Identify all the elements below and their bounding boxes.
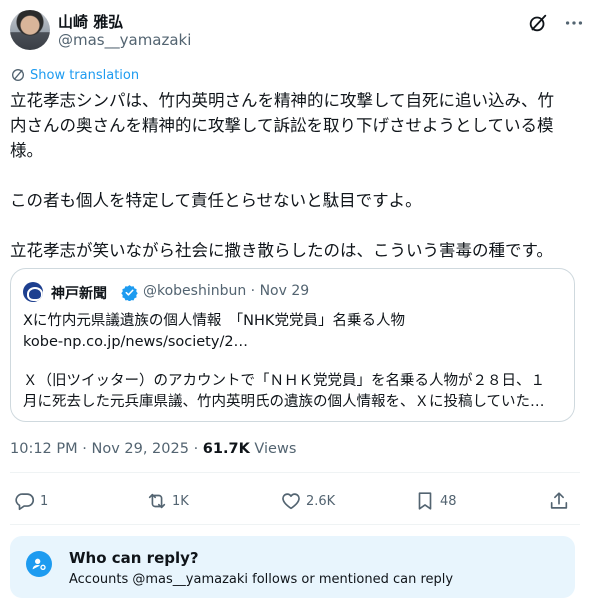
show-translation-link[interactable]: Show translation bbox=[10, 66, 139, 84]
verified-badge-icon bbox=[121, 285, 138, 301]
post-line: この者も個人を特定して責任とらせないと駄目ですよ。 bbox=[10, 191, 422, 210]
reply-count: 1 bbox=[40, 493, 49, 509]
bookmark-icon bbox=[418, 492, 432, 510]
grok-icon[interactable] bbox=[527, 12, 549, 34]
repost-icon bbox=[148, 493, 166, 509]
post-line: 立花孝志が笑いながら社会に撒き散らしたのは、こういう害毒の種です。 bbox=[10, 241, 553, 260]
action-bar: 1 1K 2.6K 48 bbox=[10, 486, 580, 516]
author-handle[interactable]: @mas__yamazaki bbox=[58, 31, 191, 49]
reply-button[interactable]: 1 bbox=[14, 486, 48, 516]
post-header: 山崎 雅弘 @mas__yamazaki bbox=[10, 10, 583, 52]
like-count: 2.6K bbox=[306, 493, 336, 509]
post-meta: 10:12 PM · Nov 29, 2025 · 61.7K Views bbox=[10, 441, 296, 457]
who-can-reply-title: Who can reply? bbox=[69, 549, 199, 567]
quoted-post-title: Xに竹内元県議遺族の個人情報 「NHK党党員」名乗る人物 bbox=[23, 313, 405, 329]
views-label: Views bbox=[249, 441, 297, 457]
reply-icon bbox=[15, 493, 35, 511]
show-translation-label[interactable]: Show translation bbox=[30, 68, 139, 83]
quoted-post-excerpt: Ｘ（旧ツイッター）のアカウントで「ＮＨＫ党党員」を名乗る人物が２８日、１ 月に死… bbox=[23, 371, 568, 413]
translate-icon bbox=[12, 69, 24, 81]
post-text: 立花孝志シンパは、竹内英明さんを精神的に攻撃して自死に追い込み、竹 内さんの奥さ… bbox=[10, 88, 580, 263]
who-can-reply-subtitle: Accounts @mas__yamazaki follows or menti… bbox=[69, 572, 454, 587]
share-icon bbox=[550, 492, 568, 509]
quoted-author-handle-date[interactable]: @kobeshinbun · Nov 29 bbox=[143, 283, 309, 299]
divider bbox=[10, 472, 580, 473]
quoted-excerpt-line: 月に死去した元兵庫県議、竹内英明氏の遺族の個人情報を、Ｘに投稿していた… bbox=[23, 394, 545, 410]
post-line: 内さんの奥さんを精神的に攻撃して訴訟を取り下げさせようとしている模 bbox=[10, 116, 554, 135]
heart-icon bbox=[282, 493, 300, 510]
author-avatar[interactable] bbox=[10, 10, 50, 50]
bookmark-button[interactable]: 48 bbox=[414, 486, 457, 516]
divider bbox=[10, 524, 580, 525]
who-can-reply-box: Who can reply? Accounts @mas__yamazaki f… bbox=[10, 536, 575, 598]
author-name[interactable]: 山崎 雅弘 bbox=[58, 11, 123, 32]
post-line-break bbox=[10, 163, 580, 188]
quoted-post-card[interactable]: 神戸新聞 @kobeshinbun · Nov 29 Xに竹内元県議遺族の個人情… bbox=[10, 268, 575, 422]
bookmark-count: 48 bbox=[440, 493, 457, 509]
quoted-author-name[interactable]: 神戸新聞 bbox=[51, 283, 107, 303]
quoted-author-avatar[interactable] bbox=[23, 282, 43, 302]
repost-count: 1K bbox=[172, 493, 189, 509]
post-timestamp[interactable]: 10:12 PM · Nov 29, 2025 · bbox=[10, 441, 203, 457]
repost-button[interactable]: 1K bbox=[146, 486, 189, 516]
view-count: 61.7K bbox=[202, 441, 250, 457]
like-button[interactable]: 2.6K bbox=[280, 486, 335, 516]
quoted-excerpt-line: Ｘ（旧ツイッター）のアカウントで「ＮＨＫ党党員」を名乗る人物が２８日、１ bbox=[23, 373, 545, 389]
post-line-break bbox=[10, 213, 580, 238]
person-at-icon bbox=[26, 551, 52, 577]
quoted-post-link[interactable]: kobe-np.co.jp/news/society/2… bbox=[23, 332, 248, 353]
post-line: 立花孝志シンパは、竹内英明さんを精神的に攻撃して自死に追い込み、竹 bbox=[10, 91, 555, 110]
more-icon[interactable] bbox=[563, 12, 585, 34]
share-button[interactable] bbox=[548, 486, 570, 516]
post-line: 様。 bbox=[10, 141, 43, 160]
